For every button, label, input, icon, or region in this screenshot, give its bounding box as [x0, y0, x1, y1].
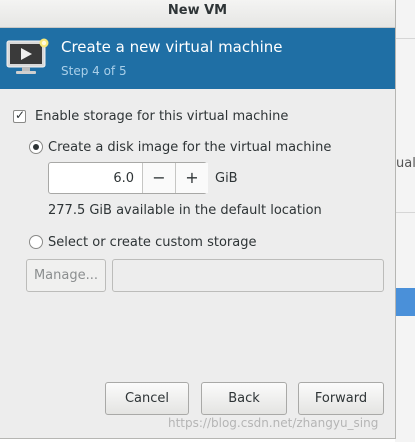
wizard-step: Step 4 of 5 — [61, 64, 127, 78]
disk-size-spinbutton[interactable]: − + — [48, 162, 208, 194]
enable-storage-checkbox[interactable]: ✓ — [13, 108, 26, 123]
custom-storage-label[interactable]: Select or create custom storage — [48, 235, 256, 250]
create-disk-label[interactable]: Create a disk image for the virtual mach… — [48, 140, 331, 155]
background-divider — [395, 212, 415, 213]
background-window-text: ual — [396, 156, 415, 171]
wizard-title: Create a new virtual machine — [61, 38, 283, 56]
background-window: ual — [395, 0, 415, 442]
back-button[interactable]: Back — [201, 382, 287, 415]
manage-button[interactable]: Manage... — [26, 259, 106, 292]
increment-button[interactable]: + — [175, 163, 208, 193]
create-disk-radio[interactable] — [29, 140, 43, 154]
new-vm-dialog: New VM Create a new virtual machine Step… — [0, 0, 396, 439]
vm-monitor-icon — [6, 38, 49, 74]
watermark: https://blog.csdn.net/zhangyu_sing — [168, 416, 379, 430]
custom-storage-radio[interactable] — [29, 235, 43, 249]
custom-storage-path-field[interactable] — [112, 259, 384, 292]
cancel-button[interactable]: Cancel — [105, 382, 189, 415]
wizard-header: Create a new virtual machine Step 4 of 5 — [0, 28, 395, 89]
enable-storage-label[interactable]: Enable storage for this virtual machine — [35, 109, 288, 124]
disk-size-input[interactable] — [49, 163, 141, 193]
decrement-button[interactable]: − — [142, 163, 175, 193]
background-divider — [395, 38, 415, 39]
forward-button[interactable]: Forward — [298, 382, 384, 415]
checkmark-icon: ✓ — [15, 108, 26, 122]
background-selection — [395, 288, 415, 316]
available-space-text: 277.5 GiB available in the default locat… — [48, 203, 322, 218]
size-unit-label: GiB — [215, 171, 238, 186]
window-title[interactable]: New VM — [0, 0, 395, 28]
